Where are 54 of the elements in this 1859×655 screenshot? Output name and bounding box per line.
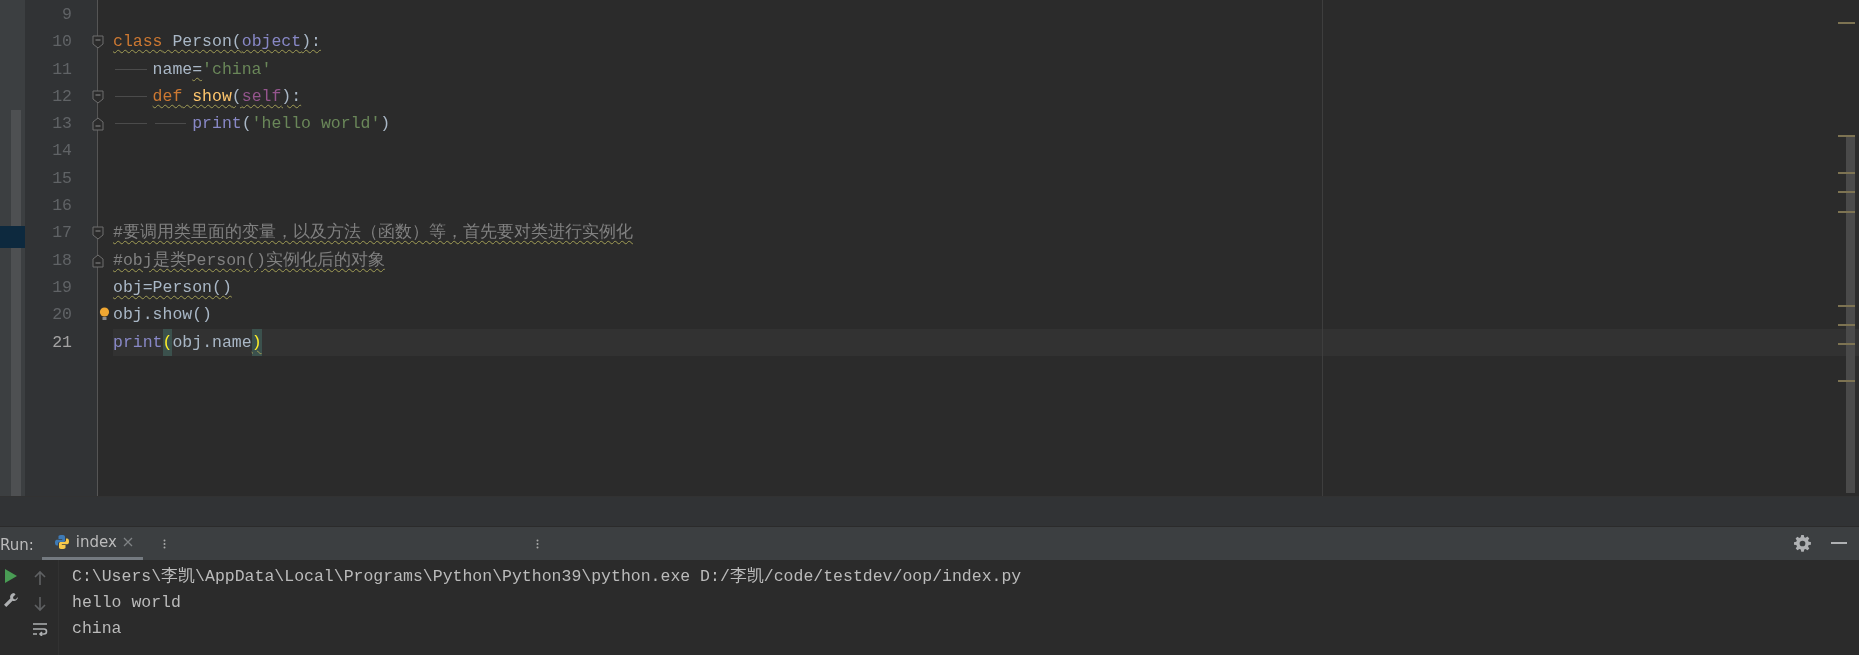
lightbulb-icon[interactable] — [99, 307, 110, 322]
fold-collapse-icon[interactable] — [92, 226, 104, 241]
down-arrow-icon[interactable] — [33, 596, 47, 612]
fold-end-icon[interactable] — [92, 253, 104, 268]
minimize-icon[interactable] — [1831, 542, 1847, 545]
code-token: ) — [251, 328, 262, 356]
run-icon[interactable] — [4, 568, 18, 584]
code-token: object — [241, 31, 302, 54]
settings-icon[interactable] — [1794, 535, 1811, 552]
panel-label: Run: — [0, 535, 35, 556]
wrench-icon[interactable] — [3, 592, 19, 608]
scrollbar-thumb[interactable] — [1846, 135, 1855, 493]
code-token: ( — [162, 328, 173, 356]
code-token: = — [192, 58, 203, 81]
soft-wrap-icon[interactable] — [32, 622, 48, 636]
code-token: obj.show() — [113, 304, 213, 327]
code-token: 'china' — [202, 58, 272, 81]
code-token: def — [152, 85, 183, 108]
code-token: #要调用类里面的变量，以及方法（函数）等，首先要对类进行实例化 — [113, 222, 633, 245]
code-token: class — [113, 31, 163, 54]
code-token: print — [113, 331, 163, 354]
python-icon — [53, 534, 70, 550]
run-tab[interactable]: index — [41, 527, 143, 560]
fold-collapse-icon[interactable] — [92, 35, 104, 50]
drag-handle-icon[interactable] — [535, 538, 539, 549]
console-output-line: C:\Users\李凯\AppData\Local\Programs\Python\Python39\python.exe D:/李凯/code/testdev/oop/index.py — [72, 566, 1022, 588]
close-icon[interactable] — [122, 537, 133, 547]
code-token: 'hello world' — [251, 113, 381, 136]
code-token: show — [191, 85, 232, 108]
code-token: print — [192, 113, 242, 136]
code-token: ) — [380, 113, 391, 136]
fold-collapse-icon[interactable] — [92, 89, 104, 104]
code-token: obj=Person() — [113, 276, 232, 299]
drag-handle-icon[interactable] — [162, 538, 166, 549]
code-token: ( — [241, 113, 252, 136]
tab-indent-marker — [115, 123, 147, 125]
code-token: self — [241, 85, 282, 108]
code-token: #obj是类Person()实例化后的对象 — [113, 249, 385, 272]
console-output-line: hello world — [72, 592, 182, 614]
code-token: obj.name — [172, 331, 252, 354]
tab-indent-marker — [154, 123, 187, 125]
scrollbar-thumb[interactable] — [11, 110, 21, 496]
code-token: ( — [231, 85, 242, 108]
line-number: 21 — [51, 331, 73, 354]
code-token: Person( — [171, 31, 242, 54]
selected-tree-item — [0, 226, 25, 248]
code-token: name — [152, 58, 193, 81]
code-token: ): — [301, 31, 321, 54]
console-output-line: china — [72, 618, 123, 640]
fold-end-icon[interactable] — [92, 117, 104, 132]
tab-indent-marker — [115, 68, 147, 70]
code-token: ): — [281, 85, 302, 108]
tab-indent-marker — [115, 95, 147, 97]
up-arrow-icon[interactable] — [33, 570, 47, 586]
